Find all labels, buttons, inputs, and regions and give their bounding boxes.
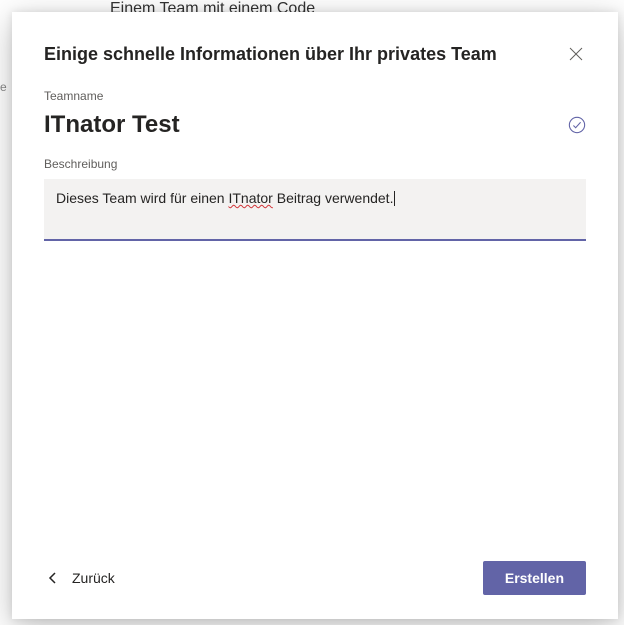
teamname-row[interactable]: ITnator Test xyxy=(44,111,586,139)
modal-title: Einige schnelle Informationen über Ihr p… xyxy=(44,44,497,65)
checkmark-circle-icon xyxy=(568,116,586,134)
modal-header: Einige schnelle Informationen über Ihr p… xyxy=(44,44,586,65)
description-field: Beschreibung Dieses Team wird für einen … xyxy=(44,157,586,241)
backdrop-fragment: e xyxy=(0,80,8,94)
description-text-spellcheck: ITnator xyxy=(228,190,272,206)
teamname-field: Teamname ITnator Test xyxy=(44,89,586,139)
close-icon xyxy=(569,47,583,61)
chevron-left-icon xyxy=(48,571,58,585)
close-button[interactable] xyxy=(566,44,586,64)
teamname-value: ITnator Test xyxy=(44,111,180,139)
back-button[interactable]: Zurück xyxy=(44,564,119,592)
create-button[interactable]: Erstellen xyxy=(483,561,586,595)
description-label: Beschreibung xyxy=(44,157,586,171)
description-input[interactable]: Dieses Team wird für einen ITnator Beitr… xyxy=(44,179,586,241)
back-button-label: Zurück xyxy=(72,570,115,586)
text-cursor xyxy=(394,191,395,206)
description-text-post: Beitrag verwendet. xyxy=(273,190,394,206)
modal-footer: Zurück Erstellen xyxy=(44,561,586,595)
teamname-label: Teamname xyxy=(44,89,586,103)
description-text-pre: Dieses Team wird für einen xyxy=(56,190,228,206)
spacer xyxy=(44,259,586,541)
create-team-modal: Einige schnelle Informationen über Ihr p… xyxy=(12,12,618,619)
